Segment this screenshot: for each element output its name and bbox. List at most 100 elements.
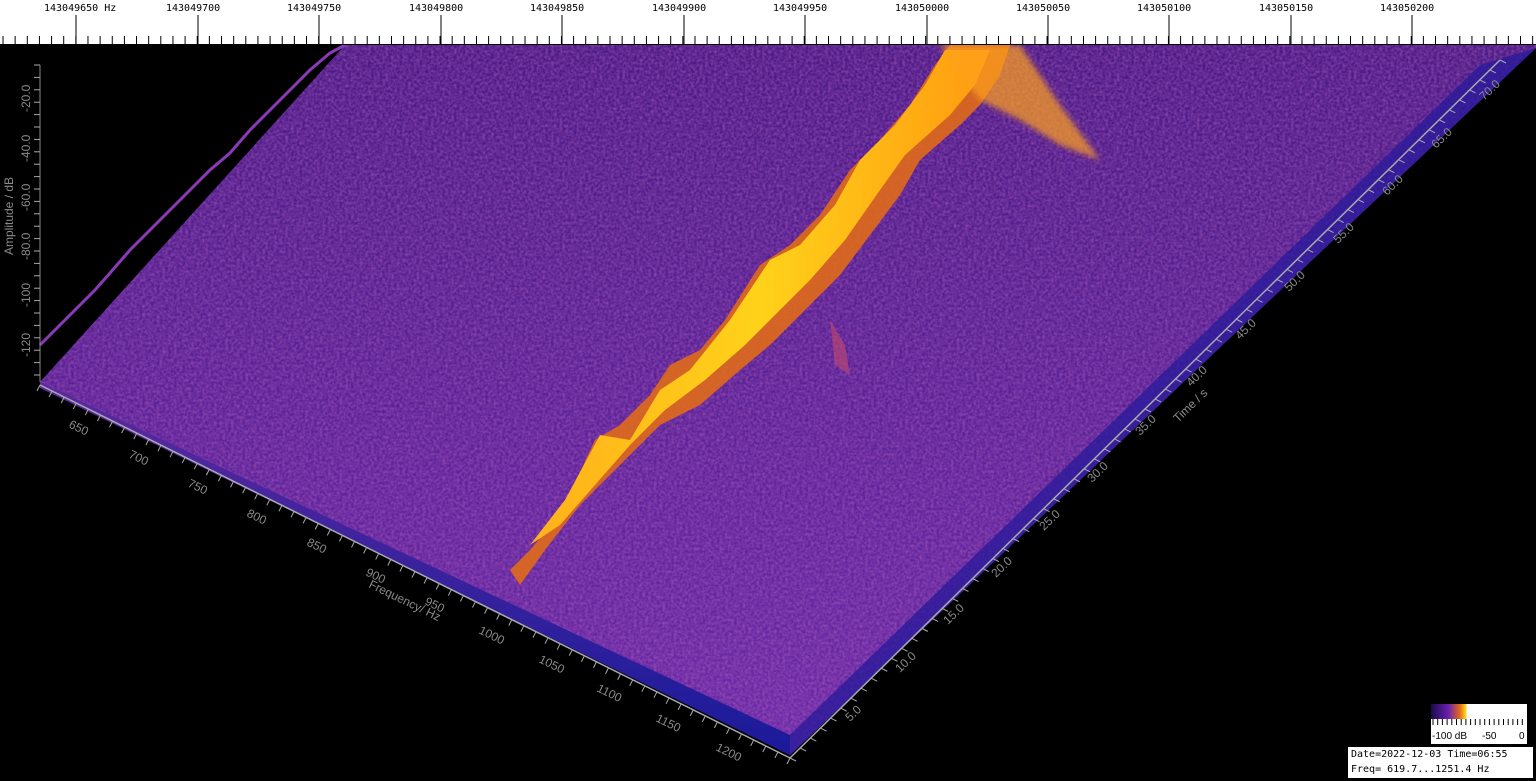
frequency-axis-tick: [218, 475, 222, 482]
time-axis-tick: [789, 757, 797, 762]
frequency-axis-tick: [230, 481, 234, 488]
frequency-axis-tick: [629, 679, 634, 687]
frequency-axis-tick: [580, 655, 585, 662]
color-scale-label-mid: -50: [1482, 731, 1497, 742]
ruler-label-11: 143050200: [1380, 3, 1435, 14]
frequency-axis-tick: [508, 619, 513, 626]
frequency-axis-tick: [302, 517, 307, 524]
waterfall-3d-plot[interactable]: Amplitude / dB -20.0 -40.0 -60.0 -80.0 -…: [0, 45, 1536, 781]
color-scale-gradient: [1431, 704, 1527, 719]
color-scale-label-max: 0: [1519, 731, 1525, 742]
amplitude-axis-title: Amplitude / dB: [2, 177, 16, 255]
amplitude-tick-label: -120: [19, 333, 33, 357]
frequency-axis-tick: [617, 673, 622, 680]
frequency-axis-tick: [326, 529, 331, 536]
ruler-label-3: 143049800: [409, 3, 464, 14]
color-scale: -100 dB -50 0: [1431, 704, 1527, 744]
ruler-label-10: 143050150: [1259, 3, 1314, 14]
time-axis-title: Time / s: [1170, 386, 1210, 425]
frequency-axis-tick: [641, 685, 646, 693]
ruler-label-8: 143050050: [1016, 3, 1071, 14]
frequency-axis-tick: [496, 613, 501, 620]
frequency-axis-tick: [738, 733, 743, 741]
frequency-axis-tick: [411, 571, 416, 578]
frequency-axis-tick: [363, 547, 368, 554]
frequency-axis-tick: [351, 541, 355, 548]
frequency-axis-tick: [266, 499, 271, 506]
frequency-axis-tick: [726, 727, 730, 735]
time-tick-label: 5.0: [842, 702, 864, 724]
time-axis-tick: [820, 727, 827, 732]
time-axis-tick: [881, 667, 888, 672]
ruler-label-2: 143049750: [287, 3, 342, 14]
ruler-label-9: 143050100: [1137, 3, 1192, 14]
ruler-label-7: 143050000: [895, 3, 950, 14]
frequency-axis-tick: [689, 709, 694, 717]
frequency-tick-label: 700: [127, 447, 151, 469]
color-scale-ticks: [1432, 719, 1523, 725]
time-axis-tick: [850, 697, 858, 702]
frequency-axis-tick: [762, 745, 767, 753]
amplitude-tick-label: -20.0: [19, 84, 33, 112]
frequency-axis-tick: [653, 691, 658, 699]
frequency-axis-tick: [278, 505, 283, 512]
frequency-tick-label: 1100: [595, 681, 625, 705]
frequency-axis-tick: [242, 487, 247, 494]
frequency-axis-tick: [375, 553, 380, 560]
frequency-axis-tick: [774, 751, 779, 759]
time-axis-tick: [870, 677, 878, 682]
ruler-label-1: 143049700: [166, 3, 221, 14]
time-axis-tick: [931, 617, 939, 622]
frequency-axis-tick: [677, 703, 682, 711]
frequency-axis-tick: [556, 643, 561, 650]
frequency-axis-tick: [713, 721, 718, 729]
ruler-label-6: 143049950: [773, 3, 828, 14]
frequency-axis-tick: [605, 667, 609, 674]
frequency-tick-label: 800: [245, 506, 269, 528]
frequency-axis-tick: [459, 595, 464, 602]
frequency-axis-tick: [423, 577, 428, 584]
time-axis-tick: [810, 737, 817, 742]
frequency-tick-label: 850: [305, 535, 329, 557]
info-frequency-range: Freq= 619.7...1251.4 Hz: [1351, 764, 1490, 775]
frequency-tick-label: 650: [67, 417, 91, 439]
frequency-axis-tick: [568, 649, 573, 656]
frequency-axis-tick: [254, 493, 259, 500]
info-date-time: Date=2022-12-03 Time=06:55: [1351, 749, 1508, 760]
frequency-axis-tick: [786, 757, 791, 765]
frequency-tick-label: 1150: [654, 711, 684, 735]
surface-texture: [40, 45, 1536, 755]
frequency-axis-tick: [750, 739, 755, 747]
frequency-axis-tick: [290, 511, 295, 518]
time-axis-tick: [799, 747, 807, 752]
info-box: Date=2022-12-03 Time=06:55 Freq= 619.7..…: [1347, 746, 1534, 779]
time-axis-tick: [921, 627, 929, 632]
frequency-axis-tick: [701, 715, 706, 723]
ruler-label-4: 143049850: [530, 3, 585, 14]
ruler-label-0: 143049650 Hz: [44, 3, 117, 14]
amplitude-tick-label: -80.0: [19, 232, 33, 260]
amplitude-tick-label: -60.0: [19, 183, 33, 211]
frequency-axis-tick: [593, 661, 597, 668]
frequency-axis-tick: [338, 535, 343, 542]
frequency-tick-label: 1200: [714, 740, 744, 764]
amplitude-tick-label: -40.0: [19, 134, 33, 162]
frequency-axis-tick: [399, 565, 404, 572]
amplitude-tick-label: -100: [19, 283, 33, 307]
frequency-tick-label: 1000: [477, 623, 507, 647]
frequency-axis-tick: [520, 625, 525, 632]
frequency-axis-tick: [544, 637, 549, 644]
frequency-tick-label: 750: [186, 476, 210, 498]
ruler-label-5: 143049900: [652, 3, 707, 14]
frequency-axis-tick: [387, 559, 392, 566]
frequency-axis-tick: [532, 631, 537, 638]
time-axis-tick: [830, 717, 837, 722]
color-scale-label-min: -100 dB: [1432, 731, 1468, 742]
frequency-axis-tick: [472, 601, 476, 608]
frequency-axis-tick: [665, 697, 670, 705]
frequency-axis-tick: [36, 384, 41, 392]
time-axis-tick: [860, 687, 868, 692]
frequency-axis-tick: [447, 589, 452, 596]
frequency-axis-tick: [435, 583, 440, 590]
frequency-ruler: 143049650 Hz 143049700 143049750 1430498…: [0, 0, 1536, 45]
